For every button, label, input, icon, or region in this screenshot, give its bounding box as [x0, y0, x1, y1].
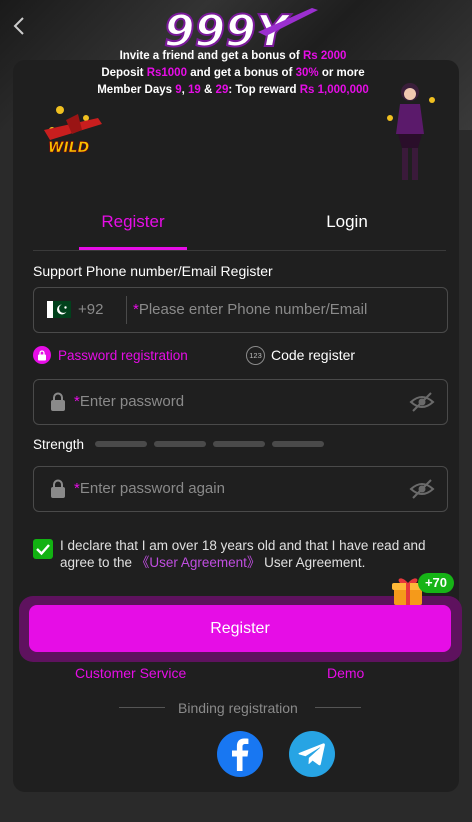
register-button[interactable]: Register	[29, 605, 451, 652]
lock-icon	[51, 392, 65, 411]
lock-icon	[51, 479, 65, 498]
form-title: Support Phone number/Email Register	[33, 263, 273, 279]
telegram-icon	[298, 743, 325, 766]
phone-email-placeholder: *Please enter Phone number/Email	[133, 301, 368, 318]
user-agreement-link[interactable]: 《User Agreement》	[136, 555, 261, 570]
confirm-password-field[interactable]: *Enter password again	[33, 466, 448, 512]
chevron-left-icon	[13, 17, 24, 35]
pakistan-flag-icon	[47, 301, 71, 318]
tab-login[interactable]: Login	[293, 200, 401, 250]
password-placeholder: *Enter password	[74, 393, 185, 410]
tab-register[interactable]: Register	[79, 200, 187, 250]
password-field[interactable]: *Enter password	[33, 379, 448, 425]
eye-off-icon[interactable]	[409, 478, 435, 500]
binding-registration-label: Binding registration	[178, 700, 298, 716]
code-register-label: Code register	[271, 347, 356, 363]
facebook-button[interactable]	[217, 731, 263, 777]
strength-bar-2	[154, 441, 206, 447]
back-button[interactable]	[6, 12, 34, 40]
telegram-button[interactable]	[289, 731, 335, 777]
strength-label: Strength	[33, 437, 85, 452]
divider-line-left	[119, 707, 165, 708]
phone-email-field[interactable]: +92 *Please enter Phone number/Email	[33, 287, 448, 333]
registration-mode-row: Password registration 123 Code register	[33, 344, 446, 366]
field-divider	[126, 296, 127, 324]
number-123-icon: 123	[246, 345, 265, 365]
auth-tabs: Register Login	[33, 200, 446, 251]
country-code[interactable]: +92	[78, 301, 103, 318]
code-register-option[interactable]: 123 Code register	[246, 344, 355, 366]
promo-text: Invite a friend and get a bonus of Rs 20…	[97, 50, 369, 96]
divider-line-right	[315, 707, 361, 708]
confirm-password-placeholder: *Enter password again	[74, 480, 225, 497]
lock-badge-icon	[33, 346, 51, 364]
wild-badge-text: WILD	[48, 140, 89, 156]
eye-off-icon[interactable]	[409, 391, 435, 413]
agreement-text: I declare that I am over 18 years old an…	[60, 538, 426, 570]
airplane-wild-badge: WILD	[44, 106, 102, 156]
bonus-badge: +70	[418, 573, 454, 593]
agreement-checkbox[interactable]	[33, 539, 53, 559]
password-registration-label: Password registration	[58, 347, 188, 363]
invite-bonus-amount: Rs 2000	[302, 50, 347, 62]
checkmark-icon	[36, 544, 50, 556]
facebook-icon	[232, 738, 249, 771]
strength-bar-1	[95, 441, 147, 447]
password-registration-option[interactable]: Password registration	[33, 344, 188, 366]
promo-character-image	[387, 83, 435, 180]
customer-service-link[interactable]: Customer Service	[75, 665, 186, 681]
strength-bar-4	[272, 441, 324, 447]
demo-link[interactable]: Demo	[327, 665, 364, 681]
strength-bar-3	[213, 441, 265, 447]
